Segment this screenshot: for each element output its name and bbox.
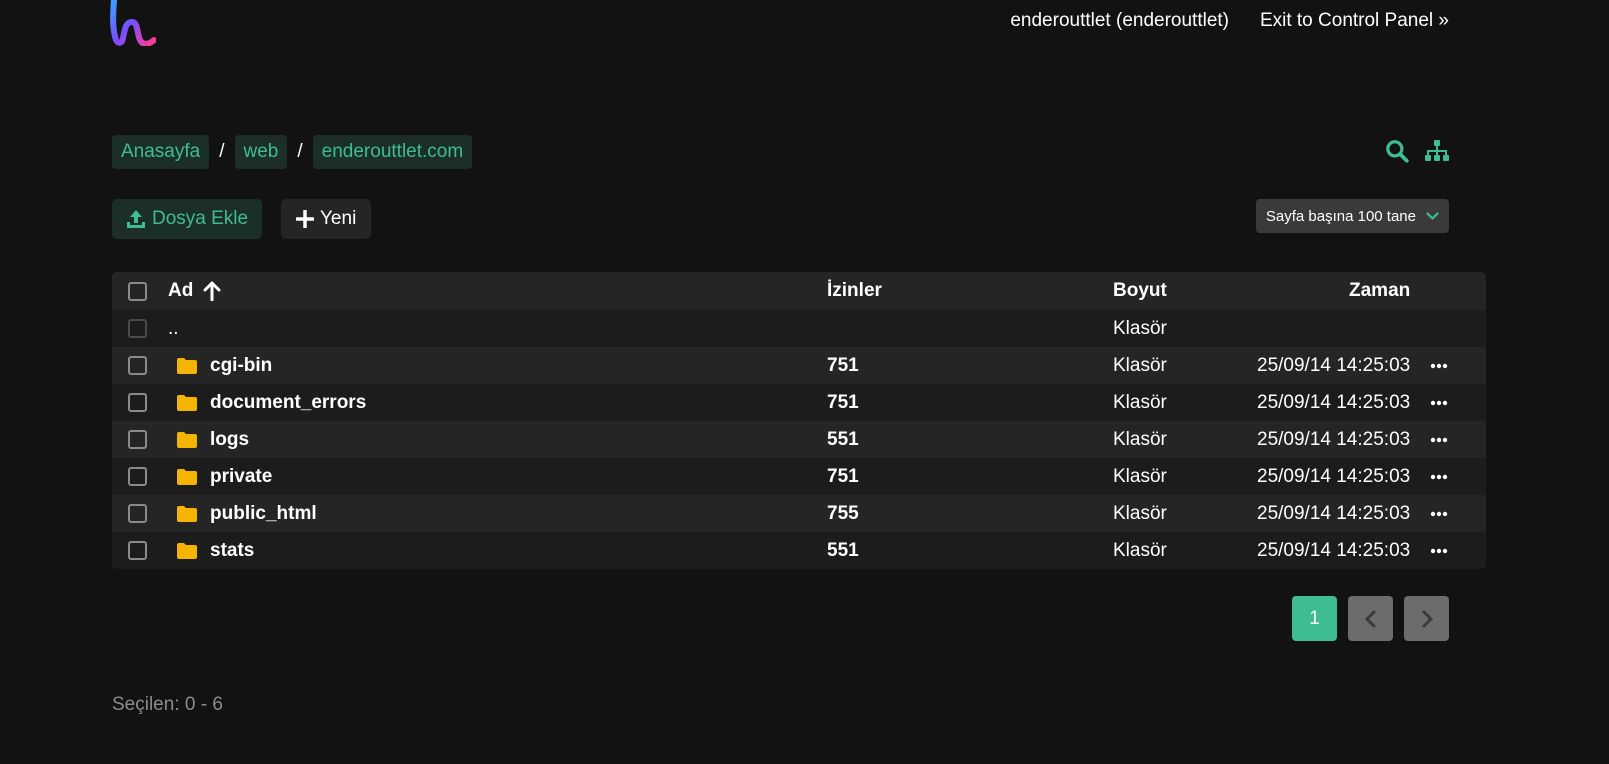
file-name[interactable]: logs <box>210 429 249 451</box>
page-1-button[interactable]: 1 <box>1292 596 1337 641</box>
plus-icon <box>296 210 314 228</box>
per-page-label: Sayfa başına 100 tane <box>1265 207 1416 225</box>
table-row[interactable]: public_html 755 Klasör 25/09/14 14:25:03 <box>112 495 1486 532</box>
time-cell: 25/09/14 14:25:03 <box>1257 391 1411 413</box>
row-checkbox[interactable] <box>128 541 147 560</box>
row-checkbox[interactable] <box>128 430 147 449</box>
permissions-cell: 551 <box>827 428 859 450</box>
permissions-column-header[interactable]: İzinler <box>827 272 882 310</box>
search-icon[interactable] <box>1384 138 1410 164</box>
size-cell: Klasör <box>1113 539 1167 561</box>
chevron-right-icon <box>1422 610 1433 627</box>
size-cell: Klasör <box>1113 428 1167 450</box>
row-checkbox[interactable] <box>128 393 147 412</box>
upload-file-label: Dosya Ekle <box>152 208 249 229</box>
new-item-label: Yeni <box>320 208 357 229</box>
time-cell: 25/09/14 14:25:03 <box>1257 465 1411 487</box>
folder-icon <box>177 505 197 522</box>
upload-file-button[interactable]: Dosya Ekle <box>112 199 263 239</box>
chevron-left-icon <box>1364 610 1375 627</box>
table-row[interactable]: document_errors 751 Klasör 25/09/14 14:25:0… <box>112 384 1486 421</box>
size-cell: Klasör <box>1113 317 1167 339</box>
chevron-down-icon <box>1426 211 1439 220</box>
new-item-button[interactable]: Yeni <box>281 199 372 239</box>
breadcrumb-separator: / <box>297 141 303 162</box>
more-actions-icon[interactable] <box>1430 474 1448 480</box>
size-cell: Klasör <box>1113 502 1167 524</box>
size-cell: Klasör <box>1113 354 1167 376</box>
more-actions-icon[interactable] <box>1430 400 1448 406</box>
time-column-header[interactable]: Zaman <box>1349 272 1410 310</box>
permissions-cell: 755 <box>827 502 859 524</box>
folder-icon <box>177 357 197 374</box>
table-row[interactable]: logs 551 Klasör 25/09/14 14:25:03 <box>112 421 1486 458</box>
size-cell: Klasör <box>1113 465 1167 487</box>
time-cell: 25/09/14 14:25:03 <box>1257 428 1411 450</box>
user-name: enderouttlet (enderouttlet) <box>1010 10 1229 31</box>
file-table: Ad İzinler Boyut Zaman .. Klasör cgi-bin… <box>112 272 1486 569</box>
time-cell: 25/09/14 14:25:03 <box>1257 354 1411 376</box>
table-row[interactable]: stats 551 Klasör 25/09/14 14:25:03 <box>112 532 1486 569</box>
breadcrumb-web[interactable]: web <box>234 135 288 169</box>
time-cell: 25/09/14 14:25:03 <box>1257 539 1411 561</box>
folder-icon <box>177 542 197 559</box>
more-actions-icon[interactable] <box>1430 511 1448 517</box>
parent-directory-link[interactable]: .. <box>168 310 179 347</box>
pagination: 1 <box>1292 596 1449 641</box>
row-checkbox <box>128 319 147 338</box>
table-row[interactable]: private 751 Klasör 25/09/14 14:25:03 <box>112 458 1486 495</box>
upload-icon <box>127 210 145 228</box>
more-actions-icon[interactable] <box>1430 548 1448 554</box>
time-cell: 25/09/14 14:25:03 <box>1257 502 1411 524</box>
view-tools <box>1384 138 1450 164</box>
folder-icon <box>177 468 197 485</box>
sort-arrow-up-icon <box>203 281 221 301</box>
file-name[interactable]: public_html <box>210 503 317 525</box>
file-name[interactable]: cgi-bin <box>210 355 272 377</box>
permissions-cell: 751 <box>827 465 859 487</box>
name-column-header[interactable]: Ad <box>168 272 221 310</box>
file-name[interactable]: stats <box>210 540 254 562</box>
more-actions-icon[interactable] <box>1430 437 1448 443</box>
file-name[interactable]: private <box>210 466 272 488</box>
row-checkbox[interactable] <box>128 356 147 375</box>
folder-icon <box>177 431 197 448</box>
top-bar: enderouttlet (enderouttlet) Exit to Cont… <box>0 0 1609 50</box>
sitemap-icon[interactable] <box>1424 138 1450 164</box>
previous-page-button[interactable] <box>1348 596 1393 641</box>
table-row[interactable]: cgi-bin 751 Klasör 25/09/14 14:25:03 <box>112 347 1486 384</box>
file-name[interactable]: document_errors <box>210 392 366 414</box>
row-checkbox[interactable] <box>128 467 147 486</box>
breadcrumb-home[interactable]: Anasayfa <box>112 135 210 169</box>
permissions-cell: 751 <box>827 391 859 413</box>
size-cell: Klasör <box>1113 391 1167 413</box>
next-page-button[interactable] <box>1404 596 1449 641</box>
row-checkbox[interactable] <box>128 504 147 523</box>
exit-control-panel-link[interactable]: Exit to Control Panel » <box>1260 10 1449 32</box>
more-actions-icon[interactable] <box>1430 363 1448 369</box>
breadcrumb-domain[interactable]: enderouttlet.com <box>312 135 473 169</box>
logo-icon[interactable] <box>110 0 156 46</box>
breadcrumb-separator: / <box>219 141 225 162</box>
select-all-checkbox[interactable] <box>128 281 147 301</box>
size-column-header[interactable]: Boyut <box>1113 272 1167 310</box>
per-page-select[interactable]: Sayfa başına 100 tane <box>1255 199 1449 233</box>
table-header: Ad İzinler Boyut Zaman <box>112 272 1486 310</box>
breadcrumb: Anasayfa / web / enderouttlet.com <box>112 135 473 169</box>
permissions-cell: 751 <box>827 354 859 376</box>
folder-icon <box>177 394 197 411</box>
permissions-cell: 551 <box>827 539 859 561</box>
name-header-label: Ad <box>168 280 194 301</box>
selection-count: Seçilen: 0 - 6 <box>112 694 223 715</box>
parent-directory-row[interactable]: .. Klasör <box>112 310 1486 347</box>
